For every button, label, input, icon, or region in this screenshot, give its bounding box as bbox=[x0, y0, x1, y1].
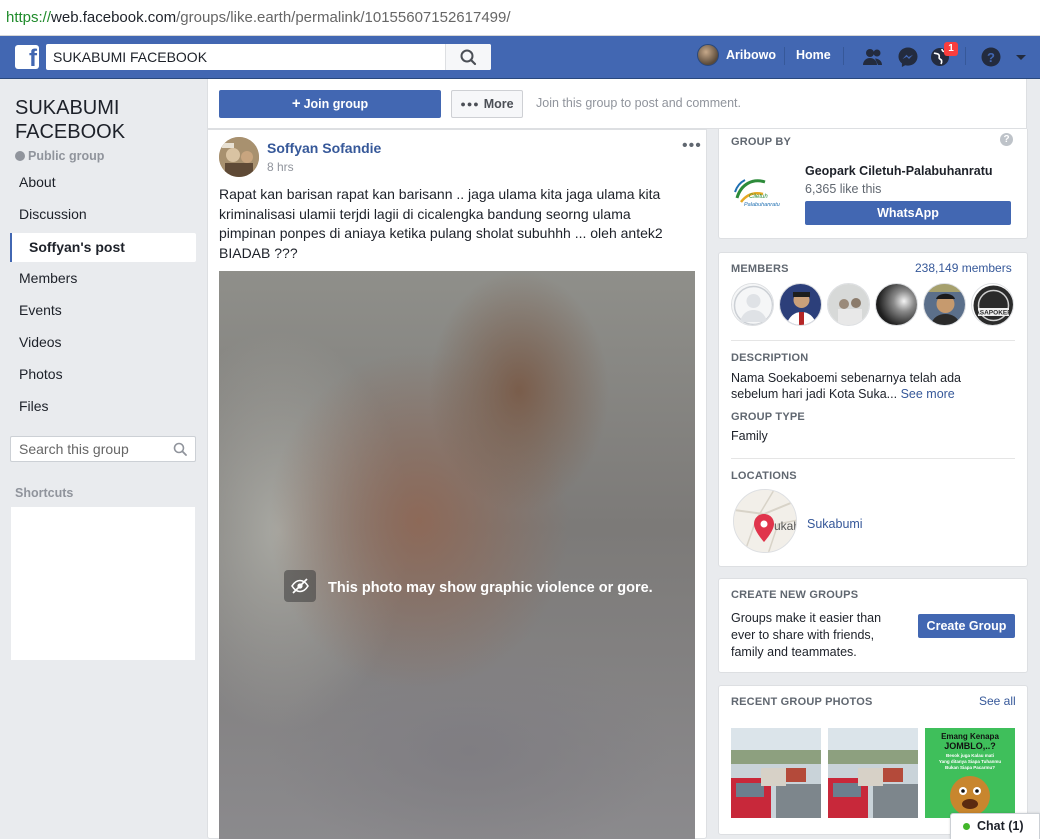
svg-text:ukab: ukab bbox=[774, 519, 797, 533]
post-author-avatar[interactable] bbox=[219, 137, 259, 177]
shortcuts-heading: Shortcuts bbox=[15, 486, 74, 500]
friends-icon[interactable] bbox=[860, 44, 886, 70]
divider bbox=[843, 47, 844, 65]
member-avatar[interactable] bbox=[875, 283, 918, 326]
member-avatar[interactable] bbox=[731, 283, 774, 326]
home-link[interactable]: Home bbox=[796, 48, 831, 62]
member-avatar[interactable] bbox=[827, 283, 870, 326]
nav-files[interactable]: Files bbox=[10, 392, 196, 421]
join-group-button[interactable]: + Join group bbox=[219, 90, 441, 118]
user-avatar[interactable] bbox=[697, 44, 719, 66]
group-photo-thumbnail[interactable] bbox=[828, 728, 918, 818]
description-text: Nama Soekaboemi sebenarnya telah ada seb… bbox=[731, 371, 962, 401]
url-text[interactable]: https://web.facebook.com/groups/like.ear… bbox=[6, 9, 511, 26]
post-body-text: Rapat kan barisan rapat kan barisann .. … bbox=[219, 186, 663, 261]
group-search-input[interactable] bbox=[11, 437, 166, 461]
divider bbox=[784, 47, 785, 65]
location-map-thumbnail[interactable]: ukab bbox=[733, 489, 797, 553]
search-button[interactable] bbox=[445, 44, 491, 70]
locations-heading: LOCATIONS bbox=[731, 470, 797, 482]
members-count-link[interactable]: 238,149 members bbox=[915, 261, 1012, 275]
member-avatar[interactable] bbox=[779, 283, 822, 326]
description-heading: DESCRIPTION bbox=[731, 352, 809, 364]
whatsapp-button[interactable]: WhatsApp bbox=[805, 201, 1011, 225]
geopark-logo[interactable]: Ciletuh Palabuhanratu bbox=[731, 168, 795, 218]
svg-text:Ciletuh: Ciletuh bbox=[749, 194, 768, 200]
page-likes-count: 6,365 like this bbox=[805, 182, 882, 196]
browser-url-bar[interactable]: https://web.facebook.com/groups/like.ear… bbox=[0, 0, 1040, 36]
create-groups-heading: CREATE NEW GROUPS bbox=[731, 589, 859, 601]
post-timestamp[interactable]: 8 hrs bbox=[267, 160, 294, 174]
post-photo-blurred[interactable] bbox=[219, 271, 695, 839]
profile-link[interactable]: Aribowo bbox=[726, 48, 776, 62]
eye-slash-icon[interactable] bbox=[284, 570, 316, 602]
facebook-logo-icon[interactable]: f bbox=[15, 45, 39, 69]
group-by-heading: GROUP BY bbox=[731, 136, 792, 148]
post-options-icon[interactable]: ••• bbox=[682, 137, 702, 155]
top-navigation-bar: f Aribowo Home 1 ? bbox=[0, 36, 1040, 79]
svg-text:Yang ditanya Siapa Tuhanmu: Yang ditanya Siapa Tuhanmu bbox=[939, 759, 1001, 764]
post-author-name[interactable]: Soffyan Sofandie bbox=[267, 140, 381, 156]
url-path: /groups/like.earth/permalink/10155607152… bbox=[176, 9, 511, 26]
svg-text:Besok juga Kalau mati: Besok juga Kalau mati bbox=[946, 753, 994, 758]
nav-about[interactable]: About bbox=[10, 168, 196, 197]
svg-text:Emang Kenapa: Emang Kenapa bbox=[941, 732, 999, 741]
plus-icon: + bbox=[291, 95, 301, 112]
svg-text:Bukan Siapa Pacarmu?: Bukan Siapa Pacarmu? bbox=[945, 765, 995, 770]
join-hint-text: Join this group to post and comment. bbox=[536, 96, 741, 110]
create-groups-text: Groups make it easier than ever to share… bbox=[731, 611, 882, 659]
online-status-icon bbox=[963, 823, 970, 830]
group-type-value: Family bbox=[731, 429, 768, 443]
chevron-down-icon[interactable] bbox=[1011, 44, 1031, 70]
help-icon[interactable]: ? bbox=[978, 44, 1004, 70]
nav-discussion[interactable]: Discussion bbox=[10, 200, 196, 229]
svg-text:JOMBLO,..?: JOMBLO,..? bbox=[944, 741, 996, 751]
svg-text:ASAPOKER: ASAPOKER bbox=[975, 310, 1012, 317]
group-search bbox=[10, 436, 196, 462]
recent-photos-heading: RECENT GROUP PHOTOS bbox=[731, 696, 873, 708]
graphic-content-warning[interactable]: This photo may show graphic violence or … bbox=[328, 580, 653, 596]
nav-members[interactable]: Members bbox=[10, 264, 196, 293]
notification-badge: 1 bbox=[944, 42, 958, 56]
group-photo-thumbnail[interactable] bbox=[731, 728, 821, 818]
group-title[interactable]: SUKABUMI FACEBOOK bbox=[15, 96, 195, 144]
see-all-link[interactable]: See all bbox=[979, 694, 1016, 708]
search-icon[interactable] bbox=[173, 442, 187, 456]
ellipsis-icon: ●●● bbox=[460, 99, 480, 109]
more-button[interactable]: ●●● More bbox=[451, 90, 523, 118]
nav-soffyans-post[interactable]: Soffyan's post bbox=[10, 233, 196, 262]
global-search-input[interactable] bbox=[46, 44, 446, 70]
messenger-icon[interactable] bbox=[895, 44, 921, 70]
group-privacy: Public group bbox=[15, 149, 104, 163]
divider bbox=[965, 47, 966, 65]
shortcuts-panel bbox=[11, 507, 195, 660]
create-group-button[interactable]: Create Group bbox=[918, 614, 1015, 638]
see-more-link[interactable]: See more bbox=[901, 387, 955, 401]
group-type-heading: GROUP TYPE bbox=[731, 411, 805, 423]
chat-tab[interactable]: Chat (1) bbox=[950, 813, 1040, 839]
url-host: web.facebook.com bbox=[51, 9, 177, 26]
members-heading: MEMBERS bbox=[731, 263, 789, 275]
group-photo-thumbnail[interactable]: Emang Kenapa JOMBLO,..? Besok juga Kalau… bbox=[925, 728, 1015, 818]
location-link[interactable]: Sukabumi bbox=[807, 517, 863, 531]
nav-videos[interactable]: Videos bbox=[10, 328, 196, 357]
nav-photos[interactable]: Photos bbox=[10, 360, 196, 389]
url-scheme: https:// bbox=[6, 9, 52, 26]
divider bbox=[731, 340, 1015, 341]
member-avatar[interactable] bbox=[923, 283, 966, 326]
page-name-link[interactable]: Geopark Ciletuh-Palabuhanratu bbox=[805, 164, 993, 178]
help-icon[interactable]: ? bbox=[1000, 133, 1013, 146]
globe-icon bbox=[15, 151, 25, 161]
divider bbox=[731, 458, 1015, 459]
global-search bbox=[46, 44, 491, 70]
member-avatar[interactable]: ASAPOKER bbox=[971, 283, 1014, 326]
search-icon bbox=[460, 49, 477, 66]
svg-text:?: ? bbox=[987, 50, 995, 65]
nav-events[interactable]: Events bbox=[10, 296, 196, 325]
svg-text:Palabuhanratu: Palabuhanratu bbox=[744, 202, 780, 208]
